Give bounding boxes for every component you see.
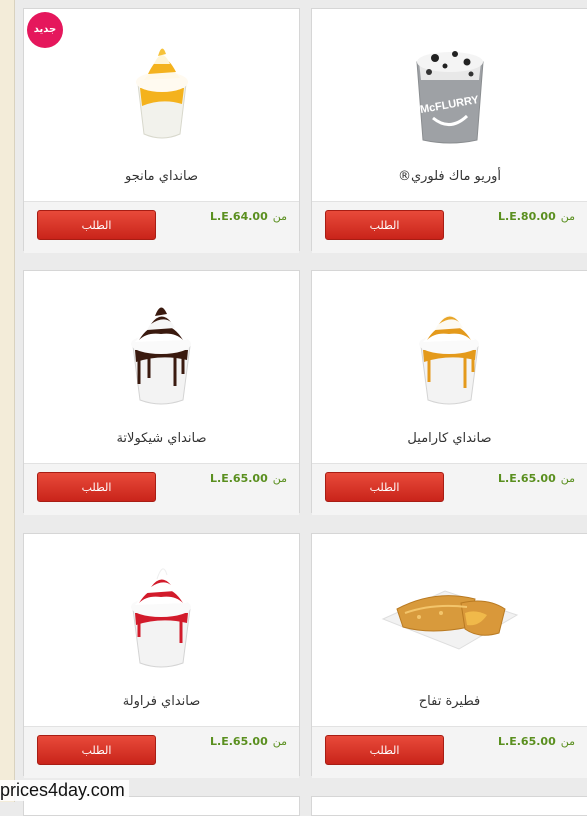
product-card[interactable]: صانداي كاراميل الطلب L.E.65.00 من <box>311 270 587 515</box>
price-value: L.E.65.00 <box>498 735 556 748</box>
order-button[interactable]: الطلب <box>325 735 444 765</box>
product-name: فطيرة تفاح <box>418 694 481 709</box>
product-card[interactable]: صانداي فراولة الطلب L.E.65.00 من <box>23 533 300 778</box>
chocolate-sundae-icon <box>131 306 191 404</box>
mango-sundae-icon <box>135 48 188 139</box>
card-footer: الطلب L.E.65.00 من <box>312 726 587 778</box>
card-footer: الطلب L.E.65.00 من <box>24 726 299 778</box>
price-from-label: من <box>560 472 575 485</box>
oreo-mcflurry-icon: McFLURRY <box>415 50 484 143</box>
product-card[interactable]: صانداي شيكولاتة الطلب L.E.65.00 من <box>23 270 300 515</box>
card-footer: الطلب L.E.65.00 من <box>312 463 587 515</box>
card-footer: الطلب L.E.64.00 من <box>24 201 299 253</box>
price-from-label: من <box>272 472 287 485</box>
price: L.E.65.00 من <box>210 735 287 748</box>
price-from-label: من <box>272 735 287 748</box>
product-image[interactable] <box>24 534 299 694</box>
product-name: صانداي شيكولاتة <box>116 431 207 446</box>
side-panel <box>0 0 15 802</box>
strawberry-sundae-icon <box>131 568 191 667</box>
order-button[interactable]: الطلب <box>37 735 156 765</box>
price-from-label: من <box>560 735 575 748</box>
price: L.E.65.00 من <box>210 472 287 485</box>
product-image[interactable] <box>312 534 587 694</box>
product-name: أوريو ماك فلوري® <box>397 169 502 184</box>
price-value: L.E.65.00 <box>498 472 556 485</box>
order-button[interactable]: الطلب <box>37 210 156 240</box>
card-footer: الطلب L.E.65.00 من <box>24 463 299 515</box>
caramel-sundae-icon <box>419 306 479 404</box>
product-name: صانداي كاراميل <box>407 431 492 446</box>
price: L.E.80.00 من <box>498 210 575 223</box>
product-name: صانداي مانجو <box>124 169 198 184</box>
product-card[interactable]: McFLURRY أوريو ماك فلوري® الطلب L.E.80.0… <box>311 8 587 253</box>
price-from-label: من <box>272 210 287 223</box>
new-badge: جديد <box>27 12 63 48</box>
product-image[interactable] <box>312 271 587 431</box>
price-value: L.E.64.00 <box>210 210 268 223</box>
watermark: prices4day.com <box>0 780 129 801</box>
product-image[interactable] <box>24 271 299 431</box>
product-card[interactable]: فطيرة تفاح الطلب L.E.65.00 من <box>311 533 587 778</box>
price: L.E.65.00 من <box>498 735 575 748</box>
price: L.E.65.00 من <box>498 472 575 485</box>
price-from-label: من <box>560 210 575 223</box>
product-image[interactable]: McFLURRY <box>312 9 587 169</box>
apple-pie-icon <box>381 590 518 650</box>
order-button[interactable]: الطلب <box>325 210 444 240</box>
product-image[interactable] <box>24 9 299 169</box>
price-value: L.E.65.00 <box>210 735 268 748</box>
card-footer: الطلب L.E.80.00 من <box>312 201 587 253</box>
price-value: L.E.65.00 <box>210 472 268 485</box>
price: L.E.64.00 من <box>210 210 287 223</box>
price-value: L.E.80.00 <box>498 210 556 223</box>
order-button[interactable]: الطلب <box>325 472 444 502</box>
product-card[interactable]: جديد صانداي مانجو الطلب L.E.64.00 من <box>23 8 300 253</box>
product-card-partial <box>311 796 587 816</box>
order-button[interactable]: الطلب <box>37 472 156 502</box>
product-name: صانداي فراولة <box>122 694 201 709</box>
